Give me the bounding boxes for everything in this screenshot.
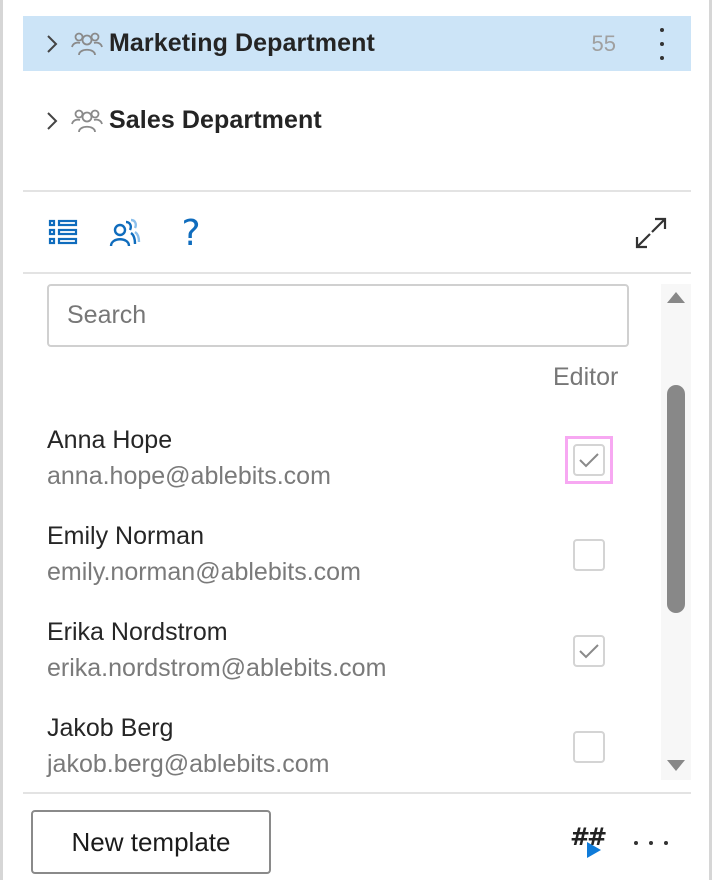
divider	[23, 272, 691, 274]
scrollbar-thumb[interactable]	[667, 385, 685, 613]
insert-macro-button[interactable]: ##	[570, 822, 607, 862]
member-name: Erika Nordstrom	[47, 618, 228, 646]
people-group-icon	[69, 31, 105, 57]
play-icon	[587, 842, 601, 858]
scroll-up-arrow-icon[interactable]	[667, 292, 685, 303]
member-email: emily.norman@ablebits.com	[47, 558, 361, 586]
editor-checkbox[interactable]	[573, 635, 605, 667]
group-name: Sales Department	[109, 106, 322, 134]
member-item: Emily Norman emily.norman@ablebits.com	[47, 521, 361, 587]
group-row-marketing[interactable]: Marketing Department 55	[23, 16, 691, 71]
member-item: Jakob Berg jakob.berg@ablebits.com	[47, 713, 329, 779]
group-member-count: 55	[591, 30, 616, 56]
more-vertical-icon[interactable]	[653, 28, 671, 60]
checkmark-icon	[579, 644, 599, 659]
people-icon	[109, 218, 141, 247]
people-group-icon	[69, 108, 105, 134]
more-horizontal-icon[interactable]	[634, 838, 668, 848]
expand-icon	[635, 217, 667, 249]
member-email: erika.nordstrom@ablebits.com	[47, 654, 387, 682]
member-item: Anna Hope anna.hope@ablebits.com	[47, 425, 331, 491]
list-view-button[interactable]	[44, 214, 82, 250]
help-button[interactable]: ?	[176, 212, 206, 254]
expand-button[interactable]	[630, 212, 672, 254]
member-email: anna.hope@ablebits.com	[47, 462, 331, 490]
editor-checkbox[interactable]	[573, 731, 605, 763]
chevron-right-icon[interactable]	[37, 33, 67, 55]
chevron-right-icon[interactable]	[37, 110, 67, 132]
divider	[23, 792, 691, 794]
member-name: Emily Norman	[47, 522, 204, 550]
new-template-button[interactable]: New template	[31, 810, 271, 874]
divider	[23, 190, 691, 192]
checkmark-icon	[579, 453, 599, 468]
group-name: Marketing Department	[109, 29, 375, 57]
help-icon: ?	[181, 212, 201, 254]
column-header-editor: Editor	[553, 363, 619, 391]
member-name: Jakob Berg	[47, 714, 174, 742]
list-icon	[48, 219, 78, 245]
search-input[interactable]	[47, 284, 629, 347]
member-name: Anna Hope	[47, 426, 173, 454]
editor-checkbox[interactable]	[573, 444, 605, 476]
members-button[interactable]	[106, 212, 148, 252]
member-email: jakob.berg@ablebits.com	[47, 750, 330, 778]
editor-checkbox[interactable]	[573, 539, 605, 571]
member-item: Erika Nordstrom erika.nordstrom@ablebits…	[47, 617, 386, 683]
group-row-sales[interactable]: Sales Department	[23, 93, 691, 148]
scroll-down-arrow-icon[interactable]	[667, 760, 685, 771]
